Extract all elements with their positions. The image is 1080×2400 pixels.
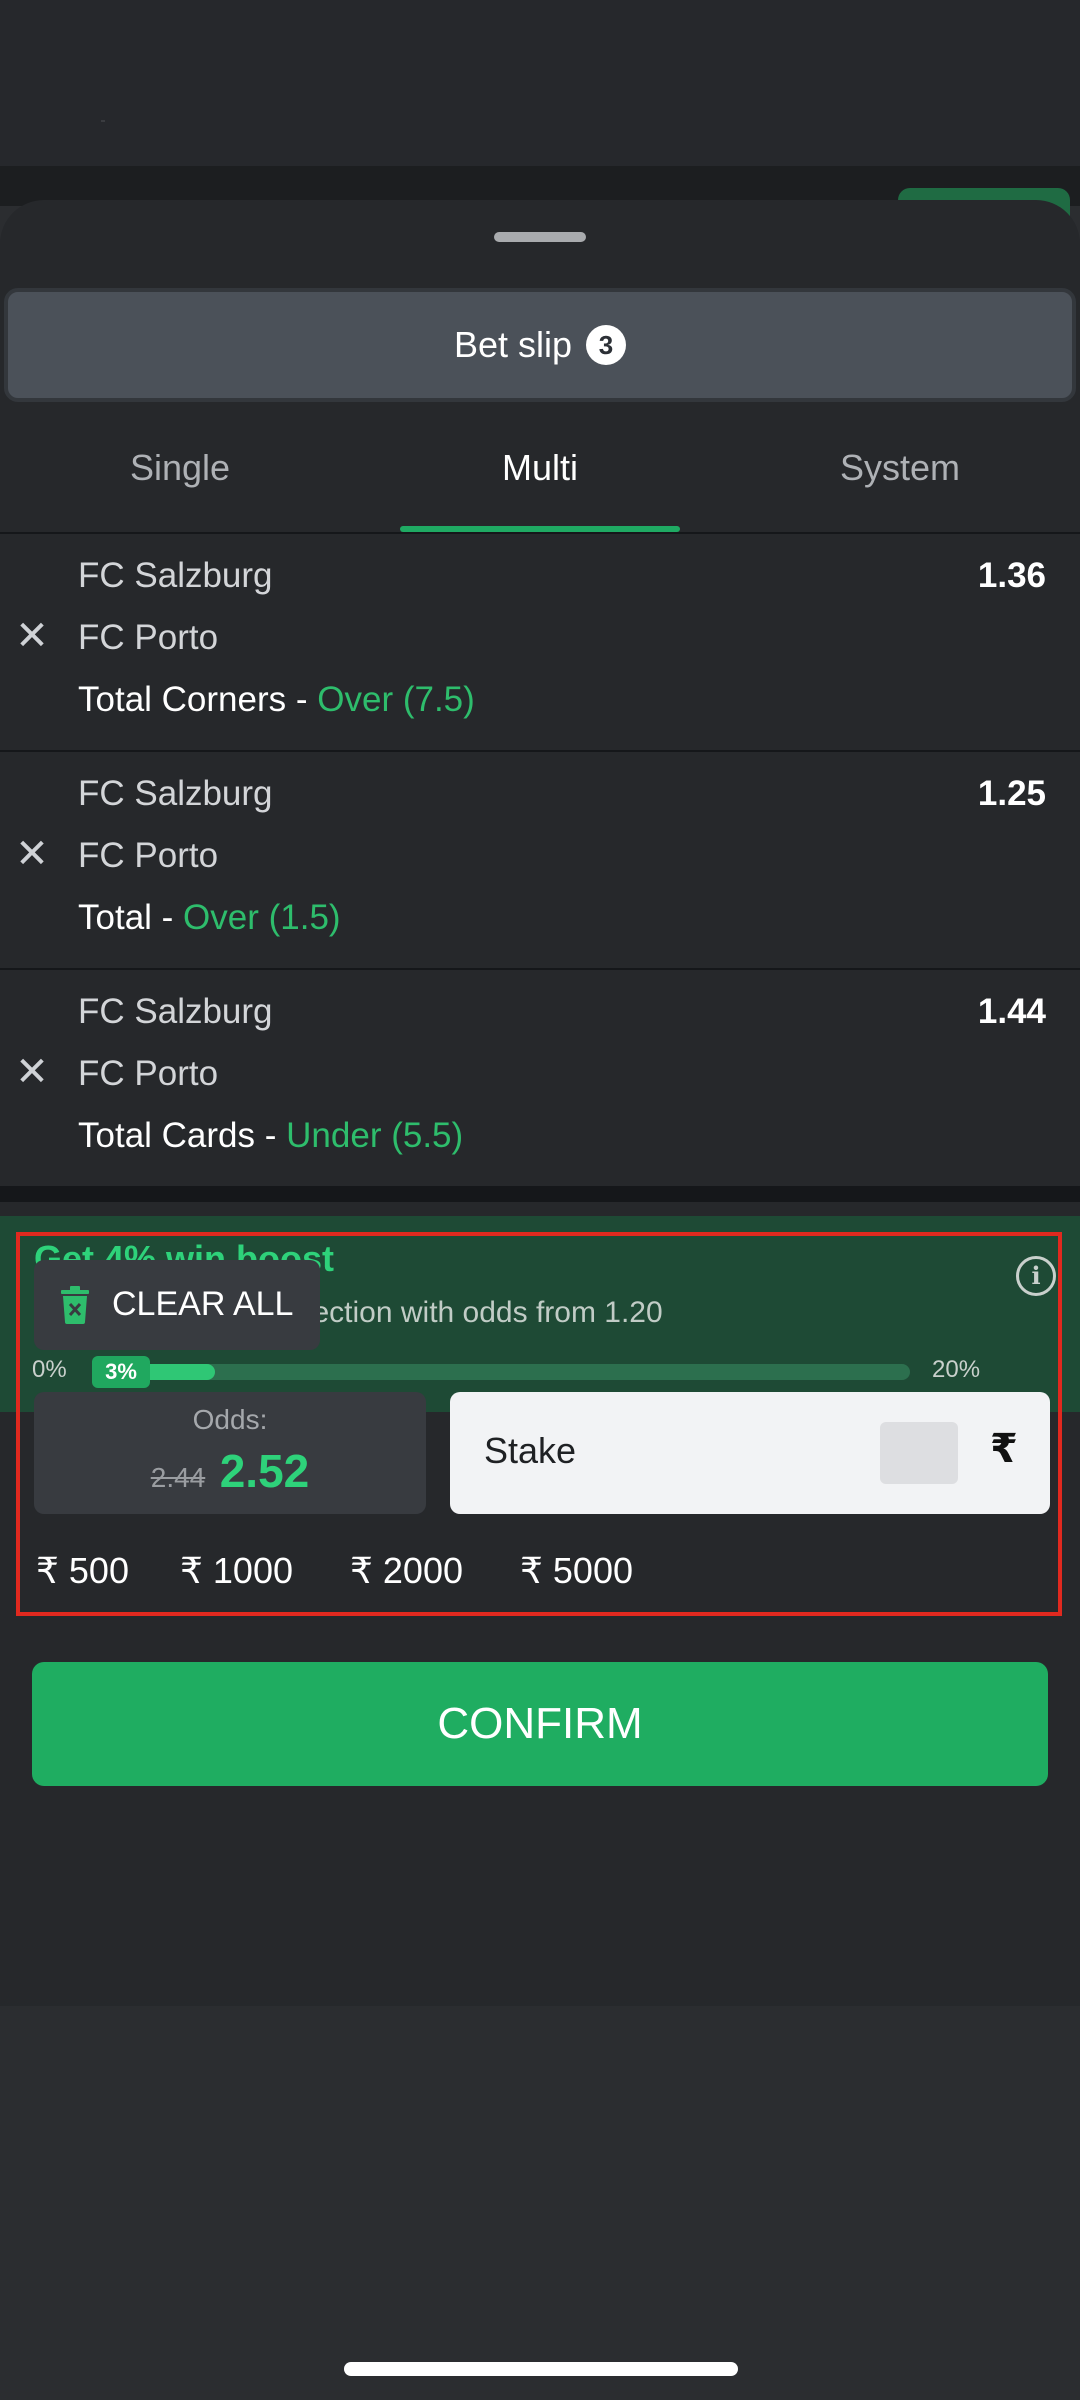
market-separator: - [255, 1116, 287, 1155]
selection-odds: 1.25 [977, 774, 1046, 813]
status-indicator [101, 120, 105, 122]
confirm-button[interactable]: CONFIRM [32, 1662, 1048, 1786]
away-team: FC Porto [78, 836, 219, 875]
status-bar [0, 0, 1080, 166]
market-line: Total Corners - Over (7.5) [78, 680, 475, 720]
selection-odds: 1.36 [977, 556, 1046, 595]
market-name: Total [78, 898, 152, 937]
quick-stake-500[interactable]: ₹ 500 [36, 1550, 129, 1592]
home-team: FC Salzburg [78, 992, 273, 1031]
quick-stake-2000[interactable]: ₹ 2000 [350, 1550, 463, 1592]
clear-all-button[interactable]: CLEAR ALL [34, 1260, 320, 1350]
market-line: Total - Over (1.5) [78, 898, 341, 938]
selection-odds: 1.44 [977, 992, 1046, 1031]
home-indicator[interactable] [344, 2362, 738, 2376]
drag-handle[interactable] [494, 232, 586, 242]
quick-stake-5000[interactable]: ₹ 5000 [520, 1550, 633, 1592]
stake-label: Stake [484, 1430, 577, 1471]
selection-item: ✕ FC Salzburg FC Porto Total Cards - Und… [0, 968, 1080, 1202]
odds-values: 2.44 2.52 [34, 1444, 426, 1498]
quick-stake-1000[interactable]: ₹ 1000 [180, 1550, 293, 1592]
market-outcome: Over (1.5) [183, 898, 341, 937]
bet-type-tabs: Single Multi System [0, 408, 1080, 532]
quick-stake-row: ₹ 500 ₹ 1000 ₹ 2000 ₹ 5000 [36, 1550, 1046, 1600]
home-team: FC Salzburg [78, 556, 273, 595]
selection-item: ✕ FC Salzburg FC Porto Total Corners - O… [0, 532, 1080, 750]
away-team: FC Porto [78, 1054, 219, 1093]
remove-selection-icon[interactable]: ✕ [12, 1052, 52, 1092]
screen: Bet slip 3 Single Multi System ✕ FC Salz… [0, 0, 1080, 2400]
currency-symbol: ₹ [990, 1427, 1018, 1471]
stake-panel: CLEAR ALL Odds: 2.44 2.52 Stake ₹ ₹ 500 … [16, 1232, 1062, 1616]
stake-input[interactable]: Stake ₹ [450, 1392, 1050, 1514]
remove-selection-icon[interactable]: ✕ [12, 616, 52, 656]
tab-multi[interactable]: Multi [360, 408, 720, 528]
market-separator: - [151, 898, 184, 937]
selection-list: ✕ FC Salzburg FC Porto Total Corners - O… [0, 532, 1080, 1202]
boosted-odds: 2.52 [219, 1445, 310, 1497]
market-separator: - [286, 680, 318, 719]
tab-single[interactable]: Single [0, 408, 360, 528]
market-name: Total Corners [78, 680, 287, 719]
bet-slip-title: Bet slip [453, 324, 573, 365]
tab-system[interactable]: System [720, 408, 1080, 528]
market-name: Total Cards [78, 1116, 256, 1155]
selection-count-badge: 3 [586, 325, 627, 365]
market-outcome: Over (7.5) [317, 680, 475, 719]
market-outcome: Under (5.5) [286, 1116, 464, 1155]
market-line: Total Cards - Under (5.5) [78, 1116, 463, 1156]
stake-value-redacted [880, 1422, 958, 1484]
bet-slip-header[interactable]: Bet slip 3 [4, 288, 1076, 402]
remove-selection-icon[interactable]: ✕ [12, 834, 52, 874]
home-team: FC Salzburg [78, 774, 273, 813]
trash-icon [61, 1286, 89, 1324]
selection-item: ✕ FC Salzburg FC Porto Total - Over (1.5… [0, 750, 1080, 968]
odds-label: Odds: [192, 1404, 268, 1435]
original-odds: 2.44 [150, 1462, 206, 1493]
away-team: FC Porto [78, 618, 219, 657]
total-odds-box: Odds: 2.44 2.52 [34, 1392, 426, 1514]
clear-all-label: CLEAR ALL [112, 1285, 294, 1323]
